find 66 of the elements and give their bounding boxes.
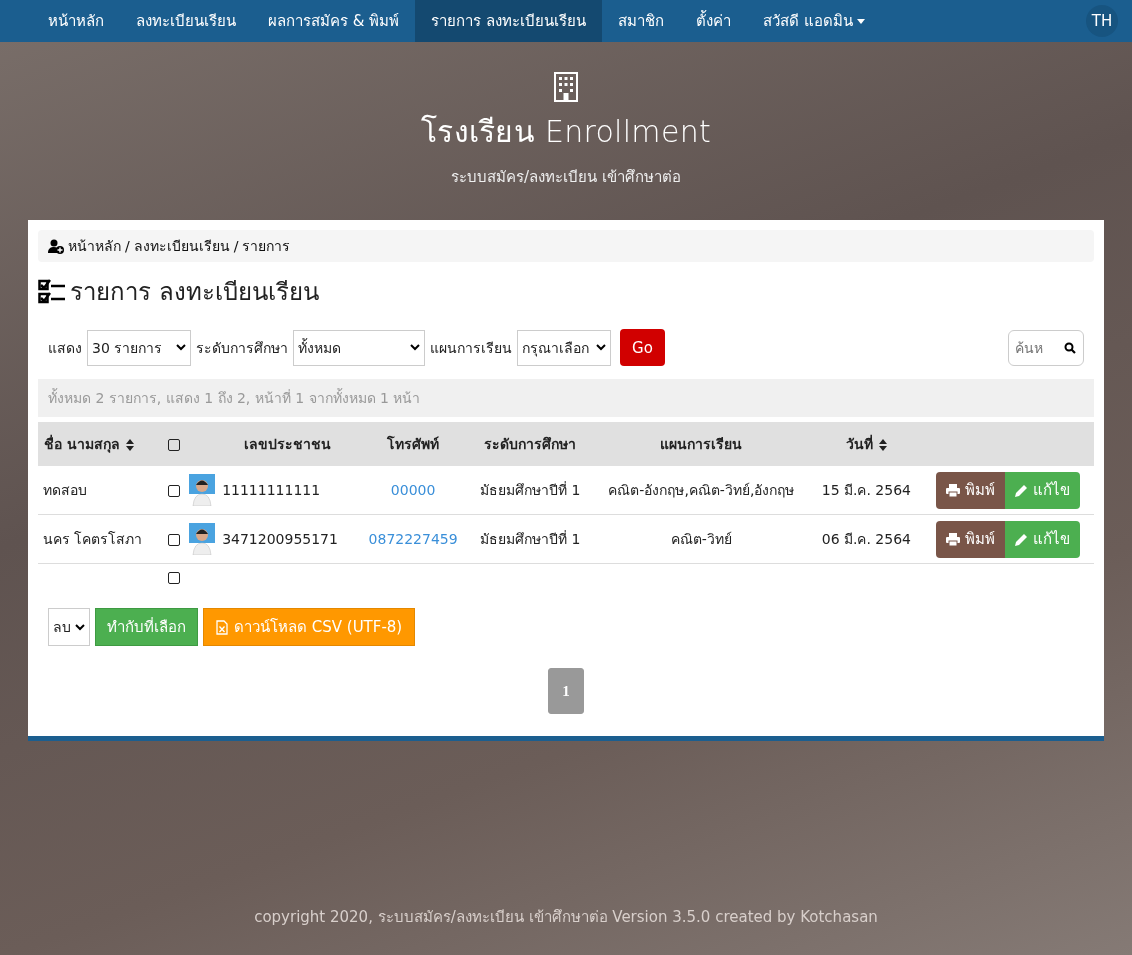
- chevron-down-icon: [75, 623, 85, 631]
- filter-dropdown[interactable]: ทั้งหมด: [293, 329, 425, 366]
- nav-link[interactable]: รายการ ลงทะเบียนเรียน: [415, 0, 602, 42]
- user-plus-icon: [48, 238, 64, 254]
- page-title: รายการ ลงทะเบียนเรียน: [70, 277, 319, 308]
- filter-dropdown[interactable]: กรุณาเลือก: [517, 329, 611, 366]
- caret-icon: [856, 18, 865, 24]
- checkbox[interactable]: [167, 572, 180, 584]
- checkbox[interactable]: [167, 485, 180, 497]
- column-header: เลขประชาชน: [243, 436, 331, 452]
- breadcrumb-separator: /: [125, 238, 130, 254]
- search-icon: [1064, 341, 1076, 354]
- table-cell: คณิต-อังกฤษ,คณิต-วิทย์,อังกฤษ: [608, 482, 795, 498]
- nav-link[interactable]: หน้าหลัก: [32, 0, 120, 42]
- phone-link[interactable]: 00000: [390, 482, 436, 498]
- column-header: แผนการเรียน: [660, 436, 743, 452]
- table-cell: มัธยมศึกษาปีที่ 1: [479, 531, 581, 547]
- column-header: ระดับการศึกษา: [484, 436, 577, 452]
- checkbox[interactable]: [167, 439, 180, 451]
- nav-link[interactable]: ลงทะเบียนเรียน: [120, 0, 252, 42]
- nav-link[interactable]: สมาชิก: [602, 0, 680, 42]
- search-field[interactable]: ค้นห: [1008, 329, 1084, 366]
- pencil-icon: [1014, 483, 1028, 497]
- filter-label: ระดับการศึกษา: [196, 338, 288, 358]
- chevron-down-icon: [410, 344, 420, 351]
- phone-link[interactable]: 0872227459: [368, 531, 458, 547]
- table-cell: 15 มี.ค. 2564: [821, 482, 911, 498]
- site-subtitle: ระบบสมัคร/ลงทะเบียน เข้าศึกษาต่อ: [451, 167, 681, 188]
- summary-text: ทั้งหมด 2 รายการ, แสดง 1 ถึง 2, หน้าที่ 1 จากทั้งหมด 1 หน้า: [48, 390, 421, 406]
- go-button[interactable]: Go: [620, 329, 665, 366]
- nav-link[interactable]: สวัสดี แอดมิน: [747, 0, 881, 42]
- pencil-icon: [1014, 532, 1028, 546]
- breadcrumb-link[interactable]: รายการ: [242, 235, 291, 257]
- filter-label: แผนการเรียน: [430, 338, 512, 358]
- student-photo-icon: [189, 474, 216, 506]
- breadcrumb-link[interactable]: หน้าหลัก: [68, 235, 121, 257]
- table-cell: คณิต-วิทย์: [670, 531, 732, 547]
- print-button[interactable]: พิมพ์: [935, 520, 1005, 558]
- table-cell: มัธยมศึกษาปีที่ 1: [479, 482, 581, 498]
- action-dropdown[interactable]: ลบ: [48, 608, 90, 646]
- column-header[interactable]: วันที่: [845, 436, 873, 452]
- language-badge[interactable]: TH: [1086, 5, 1118, 37]
- table-cell: 3471200955171: [222, 531, 338, 547]
- spreadsheet-file-icon: [216, 619, 228, 635]
- building-icon: [554, 72, 578, 102]
- checkbox[interactable]: [167, 534, 180, 546]
- print-button[interactable]: พิมพ์: [935, 471, 1005, 509]
- breadcrumb-link[interactable]: ลงทะเบียนเรียน: [133, 235, 230, 257]
- nav-link[interactable]: ผลการสมัคร & พิมพ์: [252, 0, 416, 42]
- chevron-down-icon: [596, 344, 606, 351]
- printer-icon: [945, 483, 960, 497]
- filter-dropdown[interactable]: 30 รายการ: [87, 329, 191, 366]
- footer-copyright: copyright 2020, ระบบสมัคร/ลงทะเบียน เข้าศึกษาต่อ Version 3.5.0 created by Kotchasan: [253, 907, 879, 928]
- table-cell: 06 มี.ค. 2564: [821, 531, 911, 547]
- column-header: โทรศัพท์: [387, 436, 440, 452]
- table-cell: ทดสอบ: [43, 482, 87, 498]
- checklist-icon: [38, 278, 66, 305]
- filter-label: แสดง: [48, 338, 82, 358]
- table-cell: นคร โคตรโสภา: [43, 531, 143, 547]
- printer-icon: [945, 532, 960, 546]
- chevron-down-icon: [176, 344, 186, 351]
- breadcrumb-separator: /: [233, 238, 239, 254]
- site-title: โรงเรียน Enrollment: [420, 113, 712, 151]
- nav-link[interactable]: ตั้งค่า: [680, 0, 747, 42]
- student-photo-icon: [189, 523, 216, 555]
- table-cell: 11111111111: [222, 482, 321, 498]
